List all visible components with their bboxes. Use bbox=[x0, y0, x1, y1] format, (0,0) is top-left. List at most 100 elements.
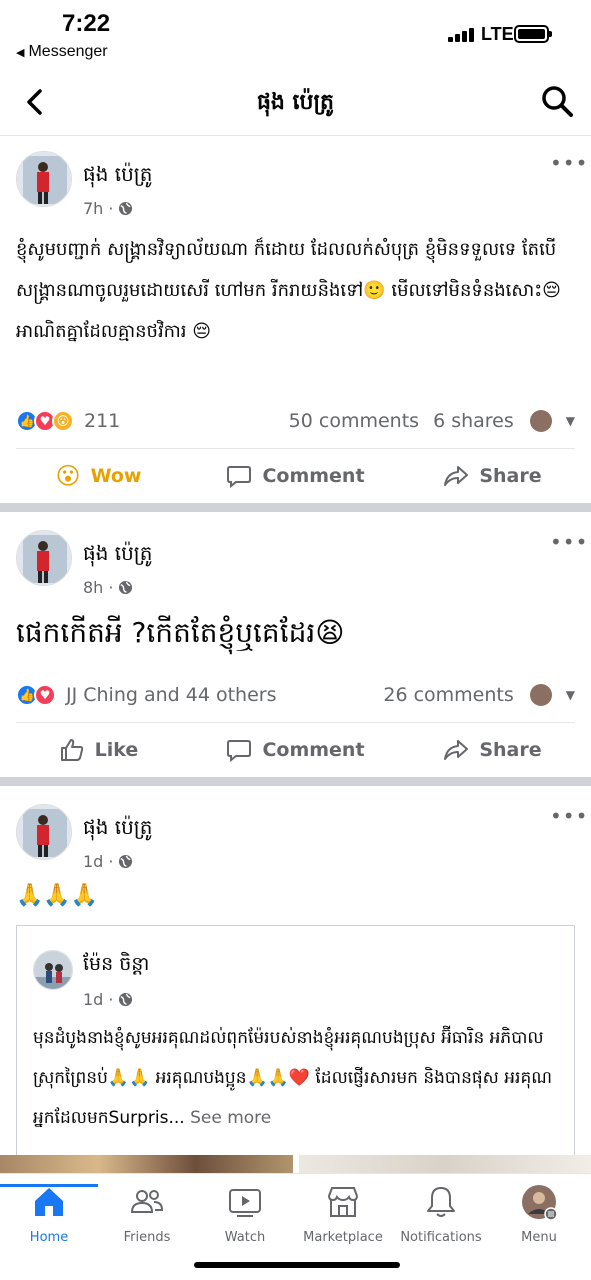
comment-label: Comment bbox=[262, 739, 365, 761]
status-time: 7:22 bbox=[62, 10, 111, 37]
home-indicator bbox=[194, 1262, 400, 1268]
signal-icon bbox=[448, 28, 474, 42]
react-label: Wow bbox=[90, 465, 142, 487]
share-icon bbox=[444, 740, 469, 760]
share-label: Share bbox=[479, 465, 542, 487]
tab-menu[interactable]: Menu bbox=[490, 1184, 588, 1245]
post-3: ផុង ប៉េត្រូ 1d · ••• 🙏🙏🙏 ម៉ែន ចិន្តា 1d · … bbox=[0, 786, 591, 1176]
home-icon bbox=[35, 1188, 63, 1216]
post-meta: 1d · bbox=[83, 852, 133, 871]
active-tab-indicator bbox=[0, 1184, 98, 1187]
post-2: ផុង ប៉េត្រូ 8h · ••• ផេកកើតអី ?កើតតែខ្ញុំ… bbox=[0, 512, 591, 777]
comment-count[interactable]: 50 comments bbox=[289, 410, 419, 432]
thumbs-up-icon bbox=[60, 739, 83, 761]
shared-time: 1d bbox=[83, 990, 104, 1009]
reactions-bar[interactable]: 👍 ♥ 😮 211 50 comments 6 shares ▼ bbox=[16, 408, 575, 434]
back-triangle-icon: ◀ bbox=[16, 47, 25, 59]
tab-notifications[interactable]: Notifications bbox=[392, 1184, 490, 1245]
shared-author[interactable]: ម៉ែន ចិន្តា bbox=[83, 952, 149, 980]
post-actions: Like Comment Share bbox=[0, 725, 591, 775]
shared-text-content: មុនដំបូងនាងខ្ញុំសូមអរគុណដល់ពុកម៉ែរបស់នាង… bbox=[33, 1028, 552, 1128]
share-count[interactable]: 6 shares bbox=[433, 410, 514, 432]
shared-author-avatar[interactable] bbox=[33, 950, 73, 990]
more-options-icon[interactable]: ••• bbox=[550, 151, 588, 175]
comment-button[interactable]: Comment bbox=[197, 451, 394, 501]
post-text: 🙏🙏🙏 bbox=[16, 883, 99, 908]
tab-label: Watch bbox=[224, 1230, 266, 1245]
post-meta: 8h · bbox=[83, 578, 133, 597]
comment-button[interactable]: Comment bbox=[197, 725, 394, 775]
battery-icon bbox=[514, 25, 552, 43]
shared-photos[interactable] bbox=[0, 1155, 591, 1173]
menu-avatar-icon bbox=[522, 1185, 557, 1220]
like-button[interactable]: Like bbox=[0, 725, 197, 775]
react-button[interactable]: 😮 Wow bbox=[0, 451, 197, 501]
share-icon bbox=[444, 466, 469, 486]
shared-post[interactable]: ម៉ែន ចិន្តា 1d · មុនដំបូងនាងខ្ញុំសូមអរគុណ… bbox=[16, 925, 575, 1165]
reactions-bar[interactable]: 👍 ♥ JJ Ching and 44 others 26 comments ▼ bbox=[16, 682, 575, 708]
more-options-icon[interactable]: ••• bbox=[550, 804, 588, 828]
like-label: Like bbox=[94, 739, 139, 761]
post-separator bbox=[0, 503, 591, 512]
tab-marketplace[interactable]: Marketplace bbox=[294, 1184, 392, 1245]
tab-label: Menu bbox=[521, 1230, 557, 1245]
post-text: ខ្ញុំសូមបញ្ជាក់ សង្គ្រានវិទ្យាល័យណា ក៏ដោ… bbox=[16, 239, 561, 342]
globe-icon bbox=[119, 580, 133, 595]
wow-reaction-icon: 😮 bbox=[52, 410, 74, 432]
tab-home[interactable]: Home bbox=[0, 1184, 98, 1245]
back-to-app-link[interactable]: ◀ Messenger bbox=[16, 43, 108, 61]
status-bar: 7:22 ◀ Messenger LTE bbox=[0, 0, 591, 70]
post-time: 7h bbox=[83, 199, 104, 218]
tab-label: Home bbox=[29, 1230, 69, 1245]
tab-label: Marketplace bbox=[303, 1230, 383, 1245]
page-title: ផុង ប៉េត្រូ bbox=[256, 90, 335, 115]
author-avatar[interactable] bbox=[16, 804, 72, 860]
search-icon[interactable] bbox=[540, 84, 574, 118]
network-label: LTE bbox=[481, 24, 514, 44]
author-avatar[interactable] bbox=[16, 151, 72, 207]
globe-icon bbox=[119, 854, 133, 869]
caret-down-icon[interactable]: ▼ bbox=[566, 688, 575, 702]
comment-icon bbox=[227, 740, 252, 763]
post-time: 1d bbox=[83, 852, 104, 871]
watch-icon bbox=[229, 1189, 261, 1217]
comment-label: Comment bbox=[262, 465, 365, 487]
photo-thumbnail[interactable] bbox=[298, 1155, 591, 1173]
divider bbox=[16, 448, 575, 449]
more-options-icon[interactable]: ••• bbox=[550, 530, 588, 554]
comment-icon bbox=[227, 466, 252, 489]
marketplace-icon bbox=[327, 1187, 359, 1217]
viewer-avatar[interactable] bbox=[529, 684, 552, 706]
post-separator bbox=[0, 777, 591, 786]
viewer-avatar[interactable] bbox=[529, 410, 552, 432]
tab-label: Friends bbox=[123, 1230, 171, 1245]
globe-icon bbox=[119, 201, 133, 216]
reaction-count: 211 bbox=[84, 410, 121, 432]
bell-icon bbox=[427, 1187, 455, 1217]
tab-friends[interactable]: Friends bbox=[98, 1184, 196, 1245]
photo-thumbnail[interactable] bbox=[0, 1155, 293, 1173]
divider bbox=[16, 722, 575, 723]
love-reaction-icon: ♥ bbox=[34, 684, 56, 706]
wow-emoji-icon: 😮 bbox=[55, 462, 81, 490]
author-avatar[interactable] bbox=[16, 530, 72, 586]
friends-icon bbox=[130, 1190, 164, 1213]
top-navigation: ផុង ប៉េត្រូ bbox=[0, 70, 591, 136]
post-1: ផុង ប៉េត្រូ 7h · ••• ខ្ញុំសូមបញ្ជាក់ សង្គ… bbox=[0, 137, 591, 502]
share-label: Share bbox=[479, 739, 542, 761]
post-author[interactable]: ផុង ប៉េត្រូ bbox=[83, 161, 152, 191]
caret-down-icon[interactable]: ▼ bbox=[566, 414, 575, 428]
see-more-link[interactable]: See more bbox=[190, 1108, 271, 1128]
post-text: ផេកកើតអី ?កើតតែខ្ញុំឬគេដែរ😫 bbox=[16, 616, 345, 649]
share-button[interactable]: Share bbox=[394, 725, 591, 775]
post-author[interactable]: ផុង ប៉េត្រូ bbox=[83, 540, 152, 570]
reaction-summary: JJ Ching and 44 others bbox=[66, 684, 277, 706]
tab-watch[interactable]: Watch bbox=[196, 1184, 294, 1245]
post-meta: 7h · bbox=[83, 199, 133, 218]
comment-count[interactable]: 26 comments bbox=[383, 684, 513, 706]
post-time: 8h bbox=[83, 578, 104, 597]
post-author[interactable]: ផុង ប៉េត្រូ bbox=[83, 814, 152, 844]
tab-label: Notifications bbox=[400, 1230, 482, 1245]
shared-meta: 1d · bbox=[83, 990, 133, 1009]
share-button[interactable]: Share bbox=[394, 451, 591, 501]
